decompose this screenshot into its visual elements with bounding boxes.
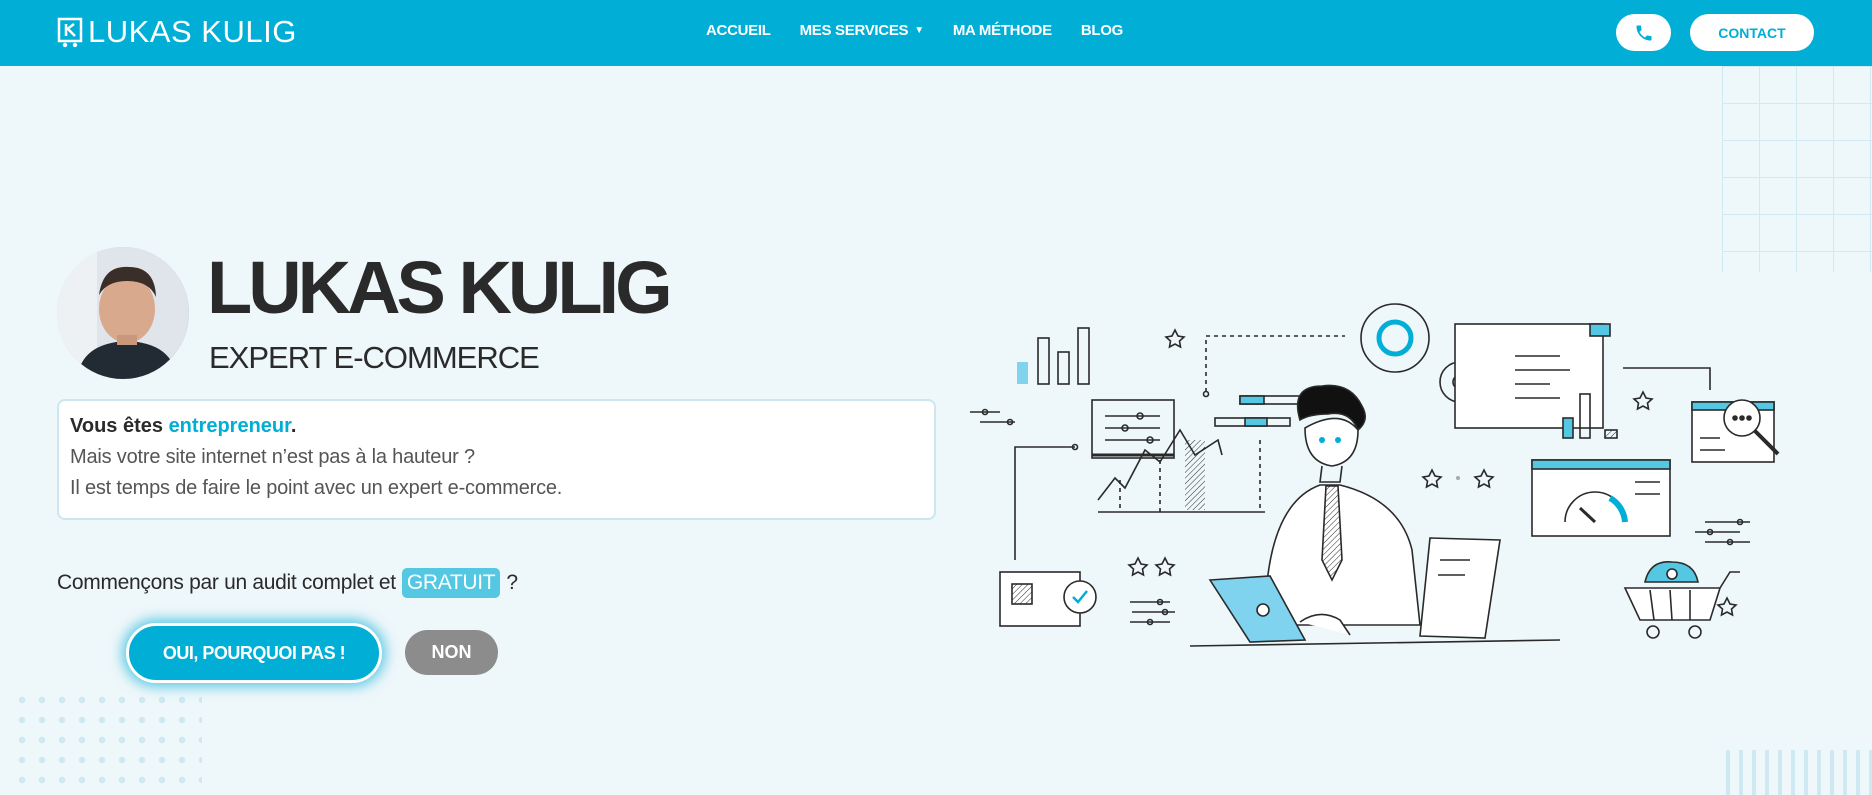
contact-button[interactable]: CONTACT — [1690, 14, 1814, 51]
logo-text: LUKAS KULIG — [88, 14, 297, 49]
phone-button[interactable] — [1616, 14, 1671, 51]
ecommerce-illustration — [970, 303, 1780, 647]
gauge-panel-icon — [1531, 459, 1671, 537]
id-card-icon — [999, 443, 1097, 627]
phone-icon — [1636, 25, 1651, 40]
bar-chart-icon — [1017, 327, 1090, 385]
site-logo[interactable]: LUKAS KULIG — [56, 14, 297, 50]
nav-label: MES SERVICES — [799, 22, 909, 39]
yes-button[interactable]: OUI, POURQUOI PAS ! — [126, 623, 382, 683]
no-button[interactable]: NON — [405, 630, 498, 675]
bars-decoration — [1726, 750, 1872, 795]
nav-item-blog[interactable]: BLOG — [1081, 22, 1123, 39]
grid-decoration — [1722, 66, 1872, 272]
avatar — [57, 247, 189, 379]
magnifier-window-icon — [1691, 399, 1780, 463]
nav-label: MA MÉTHODE — [952, 22, 1052, 39]
intro-line-2: Mais votre site internet n’est pas à la … — [70, 446, 475, 468]
intro-suffix: . — [290, 415, 297, 437]
sliders-icon — [1130, 598, 1175, 626]
portrait-image — [57, 247, 189, 379]
nav-label: BLOG — [1080, 22, 1123, 39]
question-mark: ? — [506, 571, 518, 594]
nav-item-accueil[interactable]: ACCUEIL — [706, 22, 771, 39]
question-text: Commençons par un audit complet et — [57, 571, 396, 594]
line-graph-icon — [1097, 428, 1265, 513]
nav-item-ma-methode[interactable]: MA MÉTHODE — [953, 22, 1052, 39]
cart-logo-icon — [57, 17, 83, 48]
shopping-cart-icon — [1623, 561, 1740, 639]
nav-item-mes-services[interactable]: MES SERVICES ▼ — [799, 22, 925, 39]
intro-accent-word: entrepreneur — [168, 415, 291, 437]
nav-label: ACCUEIL — [706, 22, 771, 39]
free-badge: GRATUIT — [401, 568, 501, 598]
audit-question: Commençons par un audit complet et GRATU… — [57, 568, 518, 598]
intro-card: Vous êtes entrepreneur. Mais votre site … — [57, 399, 936, 520]
main-nav: ACCUEIL MES SERVICES ▼ MA MÉTHODE BLOG — [706, 22, 1123, 39]
sliders-icon — [970, 408, 1015, 426]
chevron-down-icon: ▼ — [914, 25, 924, 36]
dots-decoration — [12, 690, 202, 795]
page-title: LUKAS KULIG — [207, 246, 673, 329]
intro-heading: Vous êtes entrepreneur. — [70, 415, 923, 438]
gear-icon — [1360, 303, 1430, 373]
sliders-icon — [1695, 518, 1750, 546]
top-navigation-bar: LUKAS KULIG ACCUEIL MES SERVICES ▼ MA MÉ… — [0, 0, 1872, 66]
page-subtitle: EXPERT E-COMMERCE — [209, 340, 540, 375]
browser-window-icon — [1454, 323, 1618, 439]
intro-line-3: Il est temps de faire le point avec un e… — [70, 477, 563, 499]
settings-panel-icon — [1091, 399, 1175, 459]
intro-prefix: Vous êtes — [70, 415, 169, 437]
